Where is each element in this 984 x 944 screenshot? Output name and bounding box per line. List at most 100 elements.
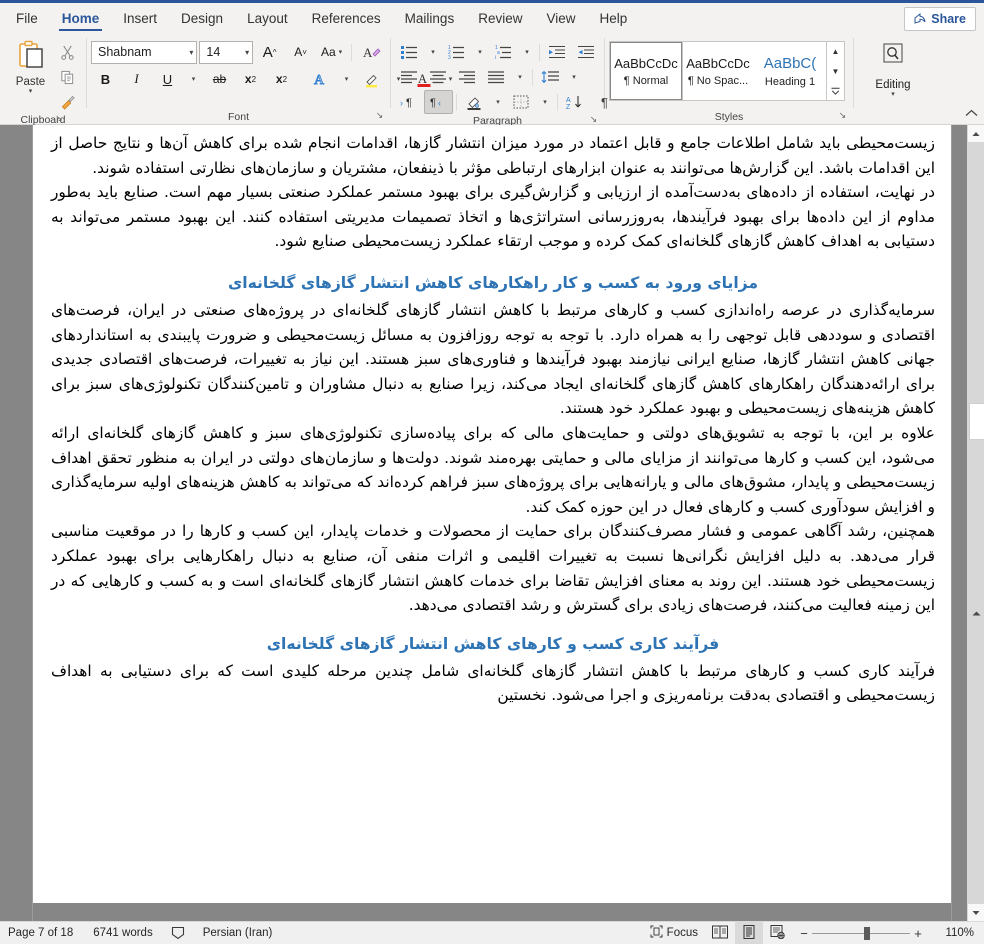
zoom-track[interactable] [812, 922, 910, 944]
read-mode-button[interactable] [705, 922, 735, 944]
tab-home[interactable]: Home [50, 3, 112, 33]
rtl-text-direction-button[interactable]: ¶ ‹ [424, 90, 453, 114]
editing-chevron-down-icon[interactable]: ▾ [891, 91, 895, 98]
justify-chevron-down-icon[interactable]: ▾ [511, 65, 529, 89]
page-text-column[interactable]: زیست‌محیطی باید شامل اطلاعات جامع و قابل… [51, 131, 935, 708]
underline-chevron-down-icon[interactable]: ▾ [184, 67, 203, 91]
bullets-button[interactable] [395, 40, 424, 64]
paragraph[interactable]: فرآیند کاری کسب و کارهای مرتبط با کاهش ا… [51, 659, 935, 708]
tab-help[interactable]: Help [588, 3, 640, 33]
justify-button[interactable] [482, 65, 511, 89]
paragraph[interactable]: علاوه بر این، با توجه به تشویق‌های دولتی… [51, 421, 935, 519]
shading-chevron-down-icon[interactable]: ▾ [489, 90, 507, 114]
decrease-indent-button[interactable] [543, 40, 572, 64]
zoom-thumb[interactable] [864, 926, 870, 940]
copy-button[interactable] [56, 66, 79, 88]
print-layout-button[interactable] [735, 922, 763, 944]
styles-dialog-launcher[interactable]: ↘ [838, 111, 847, 120]
paragraph[interactable]: سرمایه‌گذاری در عرصه راه‌اندازی کسب و کا… [51, 298, 935, 421]
tab-file[interactable]: File [4, 3, 50, 33]
document-canvas[interactable]: زیست‌محیطی باید شامل اطلاعات جامع و قابل… [0, 125, 967, 921]
line-spacing-chevron-down-icon[interactable]: ▾ [565, 65, 583, 89]
zoom-level[interactable]: 110% [930, 927, 978, 939]
styles-gallery-scrollbar[interactable]: ▲ ▼ [826, 42, 844, 100]
heading[interactable]: مزایای ورود به کسب و کار راهکارهای کاهش … [51, 271, 935, 296]
shading-button[interactable] [460, 90, 489, 114]
scroll-up-button[interactable] [968, 125, 984, 142]
font-name-chevron-down-icon[interactable]: ▾ [185, 48, 193, 57]
underline-button[interactable]: U [153, 67, 182, 91]
styles-more-button[interactable] [827, 82, 844, 100]
editing-button[interactable]: Editing ▾ [862, 36, 924, 98]
styles-scroll-up-button[interactable]: ▲ [827, 42, 844, 60]
language-indicator[interactable]: Persian (Iran) [203, 927, 285, 939]
line-spacing-button[interactable] [536, 65, 565, 89]
subscript-button[interactable]: x2 [236, 67, 265, 91]
sort-button[interactable]: AZ [561, 90, 590, 114]
text-effects-chevron-down-icon[interactable]: ▾ [337, 67, 356, 91]
text-effects-button[interactable]: A [306, 67, 335, 91]
paste-button[interactable]: Paste ▾ [8, 36, 54, 95]
grow-font-button[interactable]: A ^ [255, 40, 284, 64]
italic-button[interactable]: I [122, 67, 151, 91]
word-count[interactable]: 6741 words [93, 927, 170, 939]
cut-button[interactable] [56, 41, 79, 63]
borders-button[interactable] [507, 90, 536, 114]
zoom-in-button[interactable]: + [910, 926, 926, 941]
multilevel-list-button[interactable]: 1ai [489, 40, 518, 64]
collapse-ribbon-button[interactable] [965, 109, 978, 121]
style-item-no-spacing[interactable]: AaBbCcDc ¶ No Spac... [682, 42, 754, 100]
align-left-button[interactable] [395, 65, 424, 89]
numbering-button[interactable]: 123 [442, 40, 471, 64]
paragraph[interactable]: همچنین، رشد آگاهی عمومی و فشار مصرف‌کنند… [51, 519, 935, 617]
scrollbar-track[interactable] [968, 142, 984, 904]
scrollbar-thumb[interactable] [969, 403, 984, 440]
paragraph-dialog-launcher[interactable]: ↘ [589, 115, 598, 124]
multilevel-chevron-down-icon[interactable]: ▾ [518, 40, 536, 64]
borders-chevron-down-icon[interactable]: ▾ [536, 90, 554, 114]
styles-scroll-down-button[interactable]: ▼ [827, 62, 844, 80]
paragraph[interactable]: در نهایت، استفاده از داده‌های به‌دست‌آمد… [51, 180, 935, 254]
font-size-combo[interactable]: 14 ▾ [199, 40, 254, 64]
document-page[interactable]: زیست‌محیطی باید شامل اطلاعات جامع و قابل… [33, 125, 951, 921]
bold-button[interactable]: B [91, 67, 120, 91]
heading[interactable]: فرآیند کاری کسب و کارهای کاهش انتشار گاز… [51, 632, 935, 657]
tab-review[interactable]: Review [466, 3, 534, 33]
tab-references[interactable]: References [300, 3, 393, 33]
vertical-scrollbar[interactable] [967, 125, 984, 921]
clipboard-dialog-launcher[interactable]: ↘ [54, 114, 63, 123]
font-dialog-launcher[interactable]: ↘ [375, 111, 384, 120]
increase-indent-button[interactable] [572, 40, 601, 64]
superscript-button[interactable]: x2 [267, 67, 296, 91]
align-right-button[interactable] [453, 65, 482, 89]
font-name-combo[interactable]: Shabnam ▾ [91, 40, 198, 64]
strikethrough-button[interactable]: ab [205, 67, 234, 91]
bullets-chevron-down-icon[interactable]: ▾ [424, 40, 442, 64]
tab-design[interactable]: Design [169, 3, 235, 33]
zoom-slider[interactable]: − + [792, 922, 930, 944]
scroll-down-button[interactable] [968, 904, 984, 921]
style-item-normal[interactable]: AaBbCcDc ¶ Normal [609, 41, 683, 101]
tab-insert[interactable]: Insert [111, 3, 169, 33]
style-item-heading-1[interactable]: AaBbC( Heading 1 [754, 42, 826, 100]
zoom-out-button[interactable]: − [796, 926, 812, 941]
tab-mailings[interactable]: Mailings [393, 3, 467, 33]
ltr-text-direction-button[interactable]: › ¶ [395, 90, 424, 114]
focus-mode-button[interactable]: Focus [643, 922, 705, 944]
previous-page-button[interactable] [968, 606, 984, 620]
web-layout-button[interactable] [763, 922, 792, 944]
change-case-button[interactable]: Aa ▾ [317, 40, 346, 64]
font-size-chevron-down-icon[interactable]: ▾ [241, 48, 249, 57]
tab-layout[interactable]: Layout [235, 3, 300, 33]
align-center-button[interactable] [424, 65, 453, 89]
page-indicator[interactable]: Page 7 of 18 [8, 927, 93, 939]
proofing-errors-icon[interactable] [171, 926, 203, 940]
paragraph[interactable]: زیست‌محیطی باید شامل اطلاعات جامع و قابل… [51, 131, 935, 180]
shrink-font-button[interactable]: A ˅ [286, 40, 315, 64]
text-highlight-button[interactable] [358, 67, 387, 91]
format-painter-button[interactable] [56, 91, 79, 113]
tab-view[interactable]: View [534, 3, 587, 33]
share-button[interactable]: Share [904, 7, 976, 31]
numbering-chevron-down-icon[interactable]: ▾ [471, 40, 489, 64]
clear-formatting-button[interactable]: A [357, 40, 386, 64]
